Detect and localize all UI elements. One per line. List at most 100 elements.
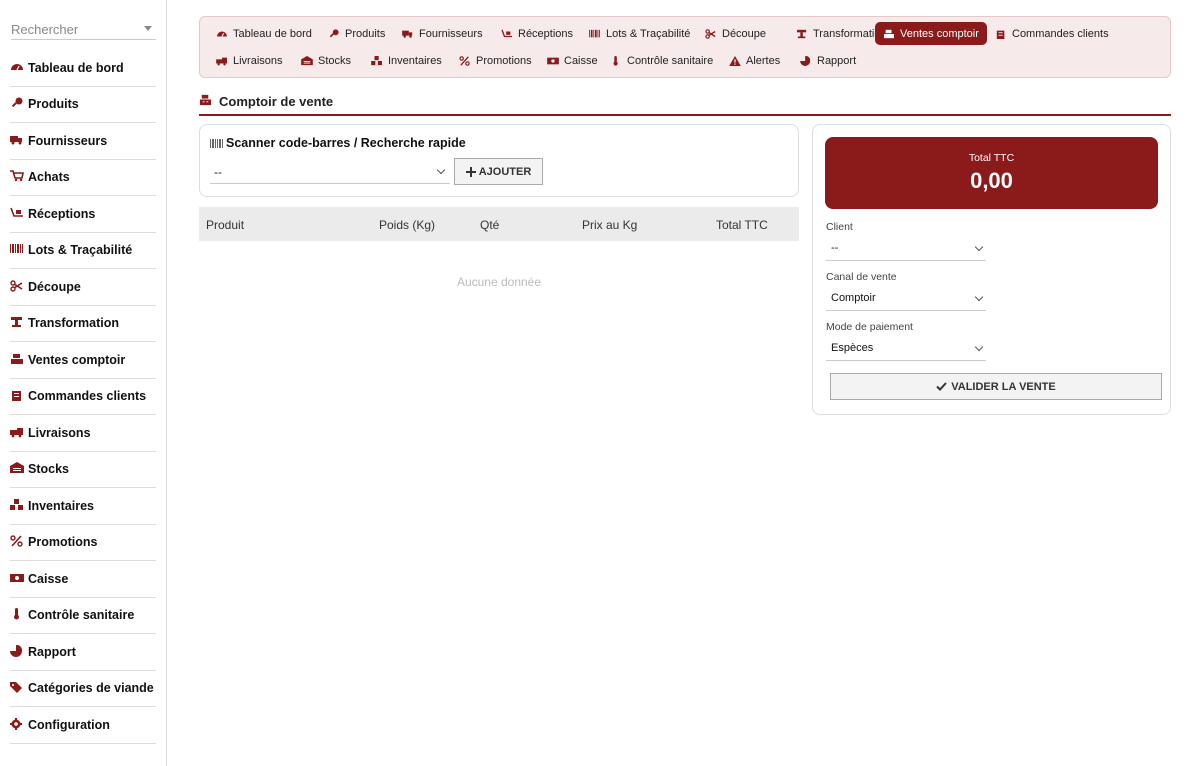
total-value: 0,00 <box>970 168 1013 193</box>
warehouse-icon <box>301 55 313 66</box>
nav-item-label: Réceptions <box>518 27 574 40</box>
sidebar-item-label: Rapport <box>28 644 76 659</box>
sidebar-item-ventes-comptoir[interactable]: Ventes comptoir <box>10 342 156 379</box>
sidebar-item-receptions[interactable]: Réceptions <box>10 196 156 233</box>
channel-value: Comptoir <box>831 292 876 304</box>
nav-item-stocks[interactable]: Stocks <box>293 49 359 72</box>
warning-icon <box>729 55 741 66</box>
industry-icon <box>10 316 26 330</box>
nav-item-decoupe[interactable]: Découpe <box>697 22 774 45</box>
cash-register-icon <box>10 353 26 367</box>
payment-select[interactable]: Espèces <box>826 337 986 361</box>
sidebar-item-decoupe[interactable]: Découpe <box>10 269 156 306</box>
sidebar-item-lots-tracabilite[interactable]: Lots & Traçabilité <box>10 233 156 269</box>
table-empty-message: Aucune donnée <box>456 275 542 289</box>
column-header-total: Total TTC <box>716 218 768 232</box>
nav-item-controle-sanitaire[interactable]: Contrôle sanitaire <box>602 49 721 72</box>
scissors-icon <box>705 28 717 39</box>
validate-sale-label: VALIDER LA VENTE <box>951 380 1056 393</box>
drumstick-icon <box>10 97 26 111</box>
nav-item-label: Caisse <box>564 54 598 67</box>
add-button-label: AJOUTER <box>478 165 532 178</box>
nav-item-alertes[interactable]: Alertes <box>721 49 788 72</box>
nav-item-label: Rapport <box>817 54 857 67</box>
sidebar-item-stocks[interactable]: Stocks <box>10 452 156 488</box>
nav-item-promotions[interactable]: Promotions <box>451 49 540 72</box>
percent-icon <box>10 535 26 549</box>
sidebar-item-label: Promotions <box>28 535 98 550</box>
sidebar-item-label: Stocks <box>28 462 69 477</box>
add-button[interactable]: AJOUTER <box>454 158 543 185</box>
nav-item-label: Tableau de bord <box>233 27 312 40</box>
nav-item-tableau-de-bord[interactable]: Tableau de bord <box>208 22 320 45</box>
nav-item-label: Inventaires <box>388 54 442 67</box>
cash-register-icon <box>199 94 212 106</box>
sidebar-item-caisse[interactable]: Caisse <box>10 561 156 598</box>
channel-label: Canal de vente <box>826 271 897 283</box>
sidebar-search[interactable]: Rechercher <box>11 18 156 40</box>
sidebar-item-rapport[interactable]: Rapport <box>10 634 156 671</box>
nav-item-produits[interactable]: Produits <box>320 22 393 45</box>
sidebar-item-controle-sanitaire[interactable]: Contrôle sanitaire <box>10 598 156 634</box>
nav-item-label: Contrôle sanitaire <box>627 54 714 67</box>
sidebar-item-produits[interactable]: Produits <box>10 87 156 123</box>
nav-item-label: Produits <box>345 27 386 40</box>
sidebar-item-label: Découpe <box>28 279 81 294</box>
sidebar-item-achats[interactable]: Achats <box>10 160 156 196</box>
nav-item-commandes-clients[interactable]: Commandes clients <box>987 22 1117 45</box>
sidebar-item-label: Inventaires <box>28 498 95 513</box>
barcode-icon <box>589 29 601 39</box>
product-search-select[interactable]: -- <box>210 160 450 184</box>
drumstick-icon <box>328 28 340 39</box>
client-select[interactable]: -- <box>826 237 986 261</box>
cart-icon <box>10 170 26 184</box>
warehouse-icon <box>10 462 26 476</box>
money-icon <box>10 572 26 586</box>
sidebar-item-label: Achats <box>28 170 70 185</box>
thermometer-icon <box>10 608 26 622</box>
column-header-product: Produit <box>206 218 245 232</box>
check-icon <box>936 382 947 391</box>
sidebar-item-categories-de-viande[interactable]: Catégories de viande <box>10 671 156 707</box>
sidebar-item-label: Ventes comptoir <box>28 352 126 367</box>
validate-sale-button[interactable]: VALIDER LA VENTE <box>830 373 1162 400</box>
sidebar-item-tableau-de-bord[interactable]: Tableau de bord <box>10 50 156 87</box>
boxes-icon <box>10 498 26 513</box>
sidebar-item-label: Caisse <box>28 571 69 586</box>
nav-item-label: Ventes comptoir <box>900 27 979 40</box>
sidebar-item-configuration[interactable]: Configuration <box>10 707 156 744</box>
section-header: Comptoir de vente <box>199 90 1171 116</box>
sidebar-item-label: Catégories de viande <box>28 681 154 696</box>
sidebar-item-fournisseurs[interactable]: Fournisseurs <box>10 123 156 160</box>
nav-item-ventes-comptoir[interactable]: Ventes comptoir <box>875 22 987 45</box>
nav-item-fournisseurs[interactable]: Fournisseurs <box>394 22 491 45</box>
client-value: -- <box>831 242 839 254</box>
dashboard-icon <box>216 29 228 39</box>
sidebar-item-commandes-clients[interactable]: Commandes clients <box>10 379 156 415</box>
page-title: Comptoir de vente <box>219 94 334 109</box>
sales-table-header: Produit Poids (Kg) Qté Prix au Kg Total … <box>199 207 799 241</box>
nav-item-label: Découpe <box>722 27 767 40</box>
nav-item-receptions[interactable]: Réceptions <box>493 22 581 45</box>
sidebar-item-promotions[interactable]: Promotions <box>10 525 156 561</box>
nav-item-label: Stocks <box>318 54 352 67</box>
chevron-down-icon <box>144 26 152 31</box>
clipboard-icon <box>995 29 1007 39</box>
nav-item-livraisons[interactable]: Livraisons <box>208 49 291 72</box>
nav-item-inventaires[interactable]: Inventaires <box>363 49 450 72</box>
sidebar-item-inventaires[interactable]: Inventaires <box>10 488 156 525</box>
industry-icon <box>796 29 808 39</box>
search-placeholder: Rechercher <box>11 22 79 37</box>
channel-select[interactable]: Comptoir <box>826 287 986 311</box>
sidebar-item-livraisons[interactable]: Livraisons <box>10 415 156 452</box>
nav-item-lots-tracabilite[interactable]: Lots & Traçabilité <box>581 22 698 45</box>
barcode-icon <box>210 139 223 149</box>
plus-icon <box>465 166 476 177</box>
pie-chart-icon <box>800 55 812 66</box>
sidebar-item-label: Tableau de bord <box>28 60 124 75</box>
sidebar-item-transformation[interactable]: Transformation <box>10 306 156 342</box>
nav-item-rapport[interactable]: Rapport <box>792 49 864 72</box>
chevron-down-icon <box>974 292 984 302</box>
nav-item-caisse[interactable]: Caisse <box>539 49 606 72</box>
nav-item-label: Commandes clients <box>1012 27 1109 40</box>
